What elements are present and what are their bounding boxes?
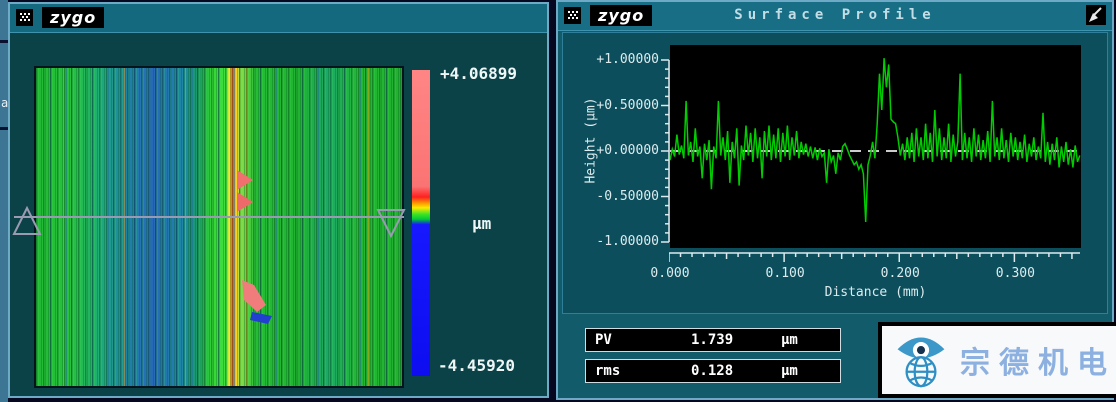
x-tick-label: 0.100 — [755, 266, 815, 281]
watermark-text: 宗德机电 — [960, 338, 1116, 382]
rms-unit: μm — [781, 360, 798, 382]
pv-readout: PV 1.739 μm — [585, 328, 841, 352]
surface-map-plot[interactable] — [34, 66, 404, 388]
y-tick-label: +1.00000 — [596, 52, 659, 67]
pv-label: PV — [595, 329, 612, 351]
x-tick-label: 0.200 — [870, 266, 930, 281]
y-tick-labels: +1.00000 +0.50000 +0.00000 -0.50000 -1.00000 — [575, 45, 659, 248]
x-axis-ruler — [669, 252, 1082, 264]
profile-trace — [670, 58, 1080, 222]
y-tick-label: -1.00000 — [596, 234, 659, 249]
rms-label: rms — [595, 360, 620, 382]
corner-arrow-icon — [1086, 5, 1106, 25]
window-menu-button[interactable] — [16, 9, 33, 26]
x-axis-title: Distance (mm) — [670, 285, 1081, 300]
zygo-logo: zygo — [42, 7, 104, 28]
colorbar-max-label: +4.06899 — [440, 64, 517, 83]
window-menu-icon — [16, 9, 33, 26]
pv-unit: μm — [781, 329, 798, 351]
profile-plot-area[interactable] — [670, 45, 1081, 248]
y-tick-label: +0.50000 — [596, 98, 659, 113]
colorbar-unit-label: μm — [472, 214, 491, 233]
x-tick-label: 0.300 — [985, 266, 1045, 281]
y-tick-label: -0.50000 — [596, 189, 659, 204]
surface-map-window: zygo +4.06899 μm -4.45920 — [8, 2, 549, 398]
background-window-edge: a — [0, 0, 8, 402]
y-axis-ruler — [660, 45, 670, 248]
eye-globe-logo-icon — [894, 331, 948, 389]
colorbar — [412, 70, 430, 376]
desktop: a zygo — [0, 0, 1116, 402]
profile-trace-svg — [670, 45, 1081, 248]
rms-readout: rms 0.128 μm — [585, 359, 841, 383]
window-title: Surface Profile — [558, 7, 1112, 23]
rms-value: 0.128 — [691, 360, 733, 382]
watermark: 宗德机电 — [878, 322, 1116, 398]
pv-value: 1.739 — [691, 329, 733, 351]
background-window-divider — [0, 40, 8, 43]
x-tick-label: 0.000 — [640, 266, 700, 281]
corner-tool-button[interactable] — [1086, 5, 1106, 25]
x-tick-labels: 0.0000.1000.2000.300 — [670, 266, 1081, 282]
surface-map-titlebar[interactable]: zygo — [10, 4, 547, 33]
colorbar-min-label: -4.45920 — [438, 356, 515, 375]
y-tick-label: +0.00000 — [596, 143, 659, 158]
profile-plot-panel: Height (μm) +1.00000+0.50000+0.00000-0.5… — [562, 32, 1108, 314]
surface-profile-titlebar[interactable]: zygo Surface Profile — [558, 2, 1112, 31]
background-window-divider — [0, 127, 8, 130]
